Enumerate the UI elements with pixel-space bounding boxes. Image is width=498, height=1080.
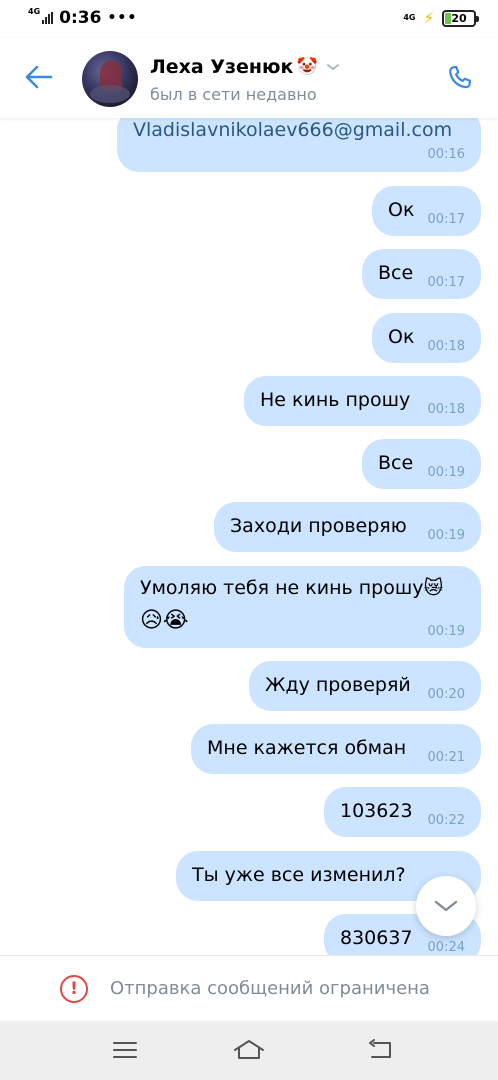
call-button[interactable] — [440, 58, 480, 98]
message-time: 00:20 — [427, 687, 465, 702]
message-text: Ок — [388, 199, 415, 221]
message-time: 00:19 — [427, 624, 465, 639]
nav-menu-button[interactable] — [105, 1035, 145, 1065]
network-type-label: 4G — [28, 7, 41, 16]
message-time: 00:18 — [427, 402, 465, 417]
status-right: 4G ⚡ 20 — [403, 9, 479, 27]
message-text: Все — [378, 452, 414, 474]
scroll-to-bottom-button[interactable] — [416, 876, 476, 936]
nav-back-button[interactable] — [360, 1035, 400, 1065]
chevron-down-icon — [434, 900, 458, 912]
message-time: 00:19 — [427, 465, 465, 480]
message-bubble[interactable]: Мне кажется обман 00:21 — [191, 724, 481, 774]
message-bubble[interactable]: 103623 00:22 — [324, 787, 481, 837]
message-time: 00:24 — [427, 940, 465, 955]
message-bubble[interactable]: Все 00:17 — [362, 249, 481, 299]
messaging-restricted-bar: ! Отправка сообщений ограничена — [0, 955, 498, 1021]
message-text: Не кинь прошу — [260, 389, 411, 411]
charging-icon: ⚡ — [423, 9, 434, 27]
message-text: Ты уже все изменил? — [192, 864, 406, 886]
message-text: Жду проверяй — [265, 674, 411, 696]
message-time: 00:21 — [427, 750, 465, 765]
message-time: 00:18 — [427, 339, 465, 354]
battery-level: 20 — [451, 11, 467, 25]
message-time: 00:22 — [427, 813, 465, 828]
message-time: 00:17 — [427, 275, 465, 290]
restriction-text: Отправка сообщений ограничена — [110, 978, 430, 999]
message-bubble[interactable]: Жду проверяй 00:20 — [249, 661, 481, 711]
battery-icon: 20 — [442, 9, 479, 27]
message-bubble[interactable]: Умоляю тебя не кинь прошу😿 😥😭 00:19 — [124, 566, 481, 648]
nav-home-button[interactable] — [229, 1035, 269, 1065]
message-bubble[interactable]: Vladislavnikolaev666@gmail.com 00:16 — [117, 110, 481, 172]
message-bubble[interactable]: Не кинь прошу 00:18 — [244, 376, 481, 426]
warning-icon: ! — [60, 975, 88, 1003]
back-button[interactable] — [20, 58, 58, 96]
more-notifications-icon: ••• — [107, 10, 138, 26]
message-time: 00:16 — [427, 147, 465, 162]
contact-name-text: Леха Узенюк — [150, 56, 294, 78]
menu-icon — [113, 1042, 137, 1058]
message-bubble[interactable]: Заходи проверяю 00:19 — [214, 502, 481, 552]
message-text: Заходи проверяю — [230, 515, 407, 537]
email-link[interactable]: Vladislavnikolaev666@gmail.com — [133, 119, 452, 141]
message-list[interactable]: Vladislavnikolaev666@gmail.com 00:16 Ок … — [0, 110, 498, 955]
signal-icon — [42, 12, 54, 24]
message-bubble[interactable]: Ок 00:17 — [372, 186, 481, 236]
status-left: 4G 0:36 ••• — [28, 7, 138, 29]
back-arrow-icon — [25, 65, 53, 89]
chat-header: Леха Узенюк 🤡 был в сети недавно — [0, 38, 498, 118]
return-icon — [369, 1039, 391, 1058]
message-time: 00:19 — [427, 528, 465, 543]
phone-icon — [449, 65, 472, 89]
clown-emoji: 🤡 — [296, 57, 318, 77]
message-text: 103623 — [340, 800, 413, 822]
message-text: Ок — [388, 326, 415, 348]
status-bar: 4G 0:36 ••• 4G ⚡ 20 — [0, 0, 498, 38]
clock: 0:36 — [59, 8, 102, 28]
network-type-label-right: 4G — [403, 13, 416, 22]
contact-name[interactable]: Леха Узенюк 🤡 — [150, 56, 340, 78]
message-text: 830637 — [340, 927, 413, 949]
message-bubble[interactable]: Все 00:19 — [362, 439, 481, 489]
message-bubble[interactable]: Ок 00:18 — [372, 313, 481, 363]
home-icon — [234, 1040, 264, 1059]
message-time: 00:17 — [427, 212, 465, 227]
last-seen-status: был в сети недавно — [150, 85, 317, 104]
message-text: Умоляю тебя не кинь прошу😿 — [140, 577, 444, 599]
system-nav-bar — [0, 1021, 498, 1080]
emoji-line: 😥😭 — [140, 608, 189, 633]
message-text: Все — [378, 262, 414, 284]
chevron-down-icon — [326, 64, 339, 71]
avatar[interactable] — [82, 51, 138, 107]
message-text: Мне кажется обман — [207, 737, 407, 759]
